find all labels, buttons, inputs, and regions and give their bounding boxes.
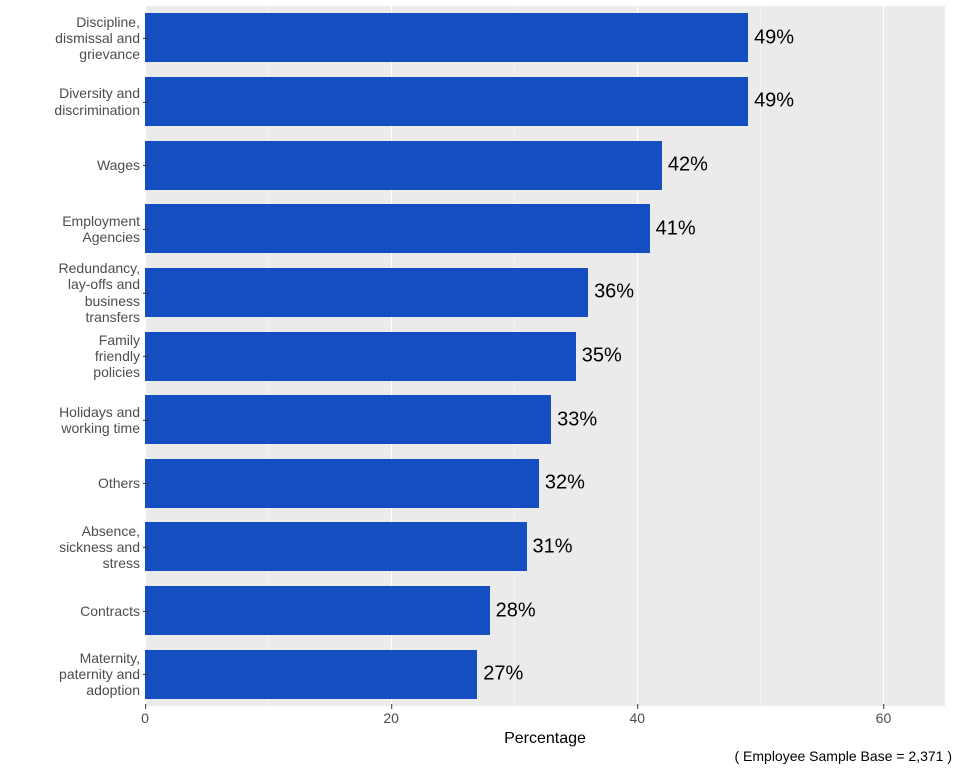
bar-chart: 49% 49% 42% 41% 36% 35% 33% 32% 31% 28% 27% Percen… bbox=[0, 0, 960, 768]
bar-row: 27% bbox=[145, 646, 945, 703]
bar bbox=[145, 586, 490, 635]
bar bbox=[145, 77, 748, 126]
bar-value-label: 27% bbox=[483, 663, 523, 686]
bar bbox=[145, 395, 551, 444]
bar bbox=[145, 459, 539, 508]
bar-row: 32% bbox=[145, 455, 945, 512]
x-tick: 0 bbox=[141, 710, 149, 726]
y-tick: Wages bbox=[5, 157, 140, 173]
y-tick: Others bbox=[5, 475, 140, 491]
bar-value-label: 32% bbox=[545, 472, 585, 495]
bar-value-label: 28% bbox=[496, 599, 536, 622]
y-tick: Discipline,dismissal andgrievance bbox=[5, 14, 140, 62]
y-tick: Contracts bbox=[5, 602, 140, 618]
bar-value-label: 36% bbox=[594, 281, 634, 304]
bar bbox=[145, 522, 527, 571]
x-tick: 20 bbox=[383, 710, 399, 726]
bar-row: 33% bbox=[145, 391, 945, 448]
x-axis-label: Percentage bbox=[145, 730, 945, 748]
bar-row: 41% bbox=[145, 200, 945, 257]
y-tick: EmploymentAgencies bbox=[5, 213, 140, 245]
bar-row: 31% bbox=[145, 518, 945, 575]
bar bbox=[145, 332, 576, 381]
y-tick: Familyfriendlypolicies bbox=[5, 332, 140, 380]
plot-panel: 49% 49% 42% 41% 36% 35% 33% 32% 31% 28% 27% bbox=[145, 6, 945, 706]
y-tick: Maternity,paternity andadoption bbox=[5, 650, 140, 698]
y-tick: Diversity anddiscrimination bbox=[5, 85, 140, 117]
bar-value-label: 35% bbox=[582, 345, 622, 368]
y-tick: Redundancy,lay-offs andbusinesstransfers bbox=[5, 260, 140, 324]
bar-row: 36% bbox=[145, 264, 945, 321]
bar-row: 42% bbox=[145, 137, 945, 194]
bar bbox=[145, 268, 588, 317]
y-tick: Holidays andworking time bbox=[5, 404, 140, 436]
bar-value-label: 41% bbox=[656, 217, 696, 240]
bar bbox=[145, 204, 650, 253]
bar-row: 49% bbox=[145, 73, 945, 130]
bar-value-label: 49% bbox=[754, 90, 794, 113]
bar-value-label: 42% bbox=[668, 154, 708, 177]
x-tick: 40 bbox=[630, 710, 646, 726]
bar bbox=[145, 650, 477, 699]
y-tick: Absence,sickness andstress bbox=[5, 523, 140, 571]
bar-value-label: 31% bbox=[533, 535, 573, 558]
bar-row: 49% bbox=[145, 9, 945, 66]
bar-value-label: 49% bbox=[754, 26, 794, 49]
chart-footnote: ( Employee Sample Base = 2,371 ) bbox=[734, 748, 952, 764]
bar-row: 35% bbox=[145, 328, 945, 385]
x-tick: 60 bbox=[876, 710, 892, 726]
bar bbox=[145, 141, 662, 190]
bar bbox=[145, 13, 748, 62]
bar-value-label: 33% bbox=[557, 408, 597, 431]
bar-row: 28% bbox=[145, 582, 945, 639]
